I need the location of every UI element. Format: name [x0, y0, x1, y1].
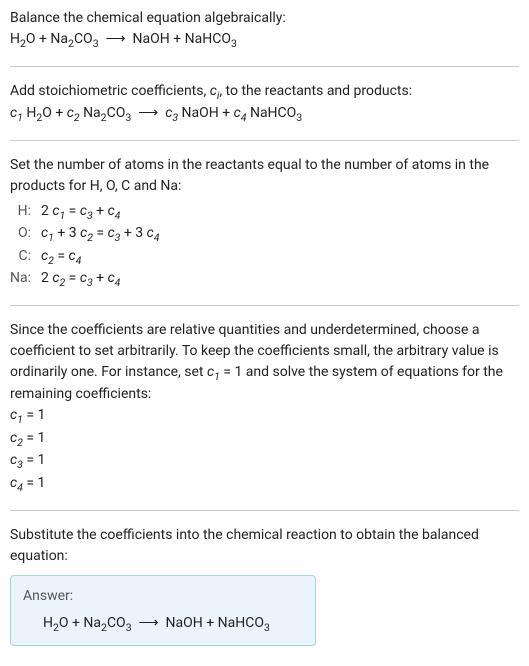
atom-equation-row: C: c2 = c4: [10, 246, 159, 269]
atom-equation-row: H: 2 c1 = c3 + c4: [10, 201, 159, 224]
atom-equation-row: Na: 2 c2 = c3 + c4: [10, 268, 159, 291]
unbalanced-equation: H2O + Na2CO3 ⟶ NaOH + NaHCO3: [10, 29, 519, 52]
step-atoms-intro: Set the number of atoms in the reactants…: [10, 155, 519, 197]
atom-label: Na:: [10, 268, 41, 291]
step-substitute: Substitute the coefficients into the che…: [10, 525, 519, 567]
answer-box: Answer: H2O + Na2CO3 ⟶ NaOH + NaHCO3: [10, 575, 316, 647]
atom-equations-table: H: 2 c1 = c3 + c4 O: c1 + 3 c2 = c3 + 3 …: [10, 201, 159, 291]
divider: [10, 305, 519, 306]
atom-equation: 2 c1 = c3 + c4: [41, 201, 159, 224]
atom-equation: 2 c2 = c3 + c4: [41, 268, 159, 291]
atom-label: O:: [10, 223, 41, 246]
atom-label: H:: [10, 201, 41, 224]
step-coefficients-equation: c1 H2O + c2 Na2CO3 ⟶ c3 NaOH + c4 NaHCO3: [10, 103, 519, 126]
divider: [10, 66, 519, 67]
divider: [10, 510, 519, 511]
step-coefficients-intro: Add stoichiometric coefficients, ci, to …: [10, 81, 519, 104]
atom-label: C:: [10, 246, 41, 269]
solution-line: c2 = 1: [10, 428, 519, 451]
balanced-equation: H2O + Na2CO3 ⟶ NaOH + NaHCO3: [23, 613, 303, 636]
solution-line: c4 = 1: [10, 473, 519, 496]
solution-line: c3 = 1: [10, 450, 519, 473]
atom-equation: c2 = c4: [41, 246, 159, 269]
step-solve-intro: Since the coefficients are relative quan…: [10, 320, 519, 406]
atom-equation: c1 + 3 c2 = c3 + 3 c4: [41, 223, 159, 246]
divider: [10, 140, 519, 141]
answer-label: Answer:: [23, 586, 303, 607]
problem-title: Balance the chemical equation algebraica…: [10, 8, 519, 29]
solution-line: c1 = 1: [10, 405, 519, 428]
atom-equation-row: O: c1 + 3 c2 = c3 + 3 c4: [10, 223, 159, 246]
